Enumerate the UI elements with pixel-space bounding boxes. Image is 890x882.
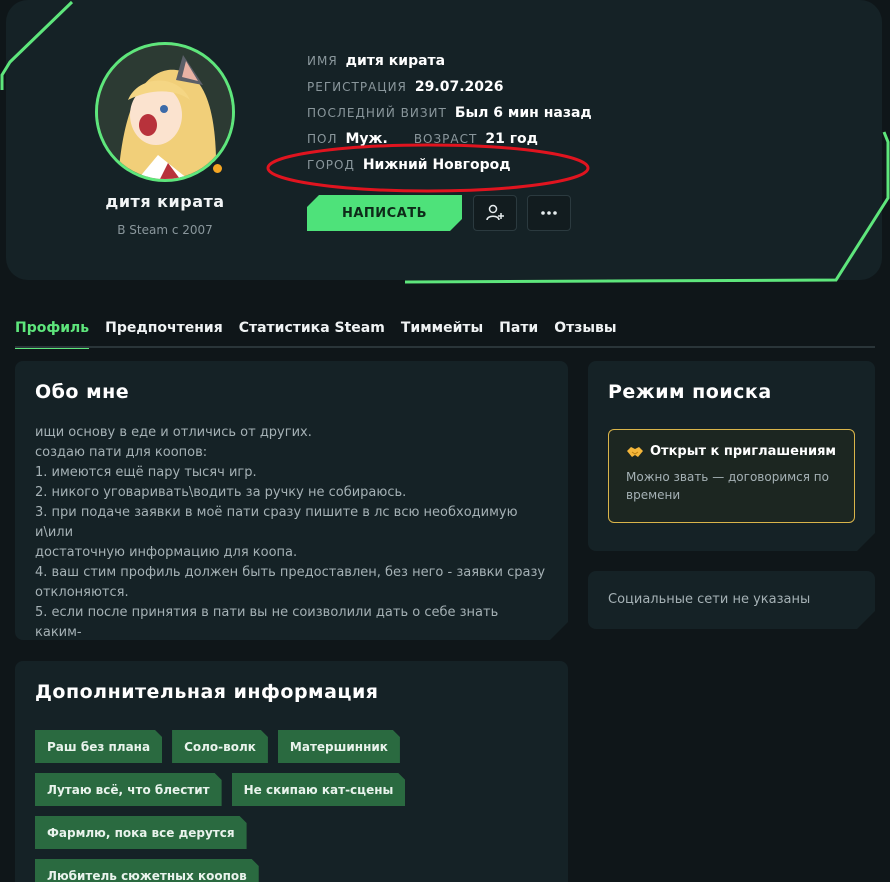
- tab-party[interactable]: Пати: [499, 320, 538, 346]
- profile-tabs: Профиль Предпочтения Статистика Steam Ти…: [15, 320, 617, 349]
- search-desc-line: Можно звать — договоримся по: [626, 470, 829, 484]
- last-visit-label: ПОСЛЕДНИЙ ВИЗИТ: [307, 106, 447, 120]
- about-line: 2. никого уговаривать\водить за ручку не…: [35, 485, 407, 500]
- add-user-icon: [486, 204, 504, 221]
- about-line: создаю пати для коопов:: [35, 445, 208, 460]
- info-row-last-visit: ПОСЛЕДНИЙ ВИЗИТ Был 6 мин назад: [307, 100, 618, 126]
- more-dots-icon: [541, 211, 557, 215]
- registration-value: 29.07.2026: [414, 79, 504, 95]
- write-message-button[interactable]: НАПИСАТЬ: [307, 195, 462, 231]
- search-status-desc: Можно звать — договоримся по времени: [626, 468, 837, 504]
- tag-item: Фармлю, пока все дерутся: [35, 816, 247, 849]
- name-value: дитя кирата: [345, 53, 446, 69]
- tag-item: Лутаю всё, что блестит: [35, 773, 222, 806]
- tag-item: Матершинник: [278, 730, 400, 763]
- about-line: 5. если после принятия в пати вы не соиз…: [35, 605, 499, 640]
- social-panel: Социальные сети не указаны: [588, 571, 875, 629]
- about-line: достаточную информацию для коопа.: [35, 545, 298, 560]
- about-line: 4. ваш стим профиль должен быть предоста…: [35, 565, 546, 580]
- info-row-registration: РЕГИСТРАЦИЯ 29.07.2026: [307, 74, 618, 100]
- about-line: отклоняются.: [35, 585, 129, 600]
- info-row-name: ИМЯ дитя кирата: [307, 48, 618, 74]
- tab-profile[interactable]: Профиль: [15, 320, 90, 349]
- search-status-box: Открыт к приглашениям Можно звать — дого…: [608, 429, 855, 523]
- online-status-dot: [210, 161, 225, 176]
- extra-info-title: Дополнительная информация: [35, 681, 379, 703]
- tag-item: Любитель сюжетных коопов: [35, 859, 259, 882]
- about-line: 3. при подаче заявки в моё пати сразу пи…: [35, 505, 518, 540]
- tag-item: Раш без плана: [35, 730, 162, 763]
- about-line: ищи основу в еде и отличись от других.: [35, 425, 312, 440]
- search-mode-title: Режим поиска: [608, 381, 772, 403]
- tag-item: Не скипаю кат-сцены: [232, 773, 406, 806]
- avatar-container[interactable]: [95, 42, 235, 182]
- about-text: ищи основу в еде и отличись от других. с…: [35, 423, 548, 663]
- avatar-image: [98, 45, 232, 179]
- last-visit-value: Был 6 мин назад: [454, 105, 592, 121]
- search-desc-line: времени: [626, 488, 681, 502]
- steam-since-text: В Steam с 2007: [117, 223, 213, 237]
- about-line: либо образом в разумный срок - из пати в…: [35, 645, 456, 660]
- tab-preferences[interactable]: Предпочтения: [105, 320, 223, 346]
- social-empty-text: Социальные сети не указаны: [608, 592, 811, 607]
- extra-info-panel: Дополнительная информация Раш без плана …: [15, 661, 568, 882]
- registration-label: РЕГИСТРАЦИЯ: [307, 80, 407, 94]
- search-status-header: Открыт к приглашениям: [626, 444, 837, 459]
- about-panel: Обо мне ищи основу в еде и отличись от д…: [15, 361, 568, 640]
- search-status-text: Открыт к приглашениям: [650, 444, 837, 459]
- tab-teammates[interactable]: Тиммейты: [401, 320, 483, 346]
- handshake-icon: [626, 445, 644, 459]
- about-title: Обо мне: [35, 381, 130, 403]
- search-mode-panel: Режим поиска Открыт к приглашениям Можно…: [588, 361, 875, 551]
- add-friend-button[interactable]: [473, 195, 517, 231]
- more-options-button[interactable]: [527, 195, 571, 231]
- profile-username: дитя кирата: [105, 192, 225, 211]
- about-line: 1. имеются ещё пару тысяч игр.: [35, 465, 257, 480]
- tab-steam-stats[interactable]: Статистика Steam: [239, 320, 385, 346]
- tabs-divider: [15, 346, 875, 348]
- tag-list: Раш без плана Соло-волк Матершинник Лута…: [35, 730, 465, 882]
- tag-item: Соло-волк: [172, 730, 268, 763]
- red-highlight-ellipse: [266, 143, 590, 193]
- tab-reviews[interactable]: Отзывы: [554, 320, 616, 346]
- name-label: ИМЯ: [307, 54, 338, 68]
